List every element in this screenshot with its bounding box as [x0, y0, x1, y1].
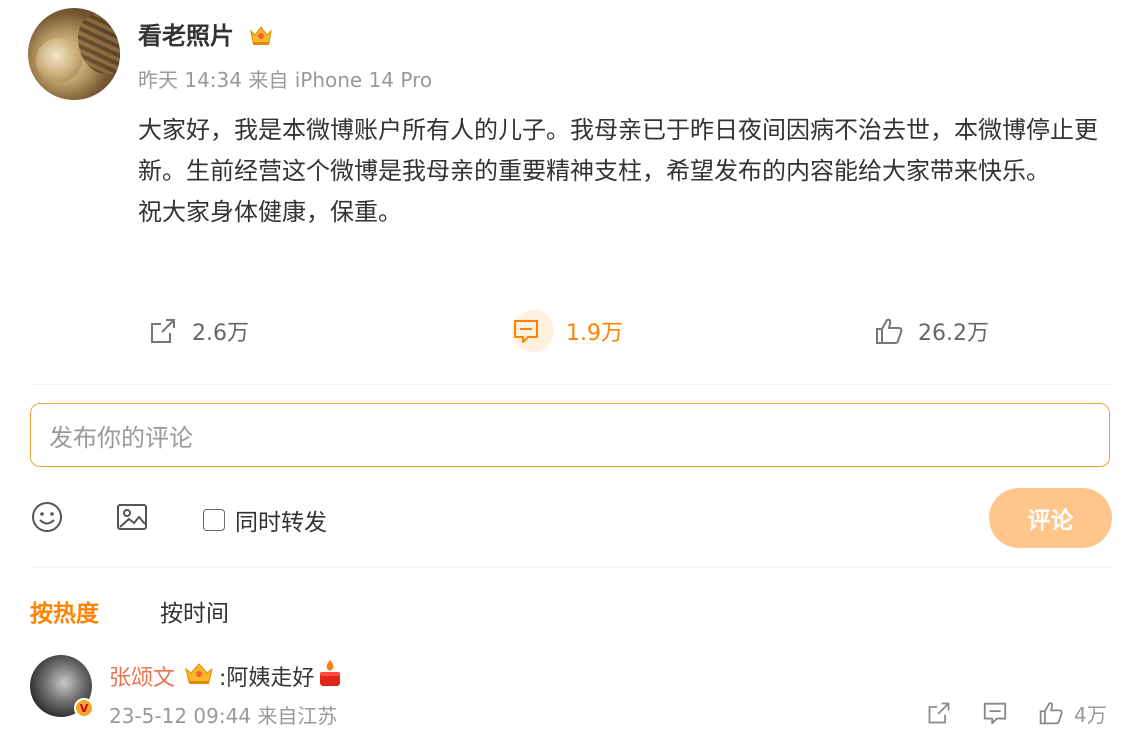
vip-crown-icon[interactable]	[183, 660, 215, 692]
emoji-icon	[32, 502, 62, 532]
checkbox-box[interactable]	[203, 509, 225, 531]
comment-reply-button[interactable]	[980, 698, 1010, 728]
comment-line: 张颂文 :阿姨走好	[109, 658, 344, 694]
commenter-name[interactable]: 张颂文	[109, 660, 175, 692]
vip-crown-icon[interactable]	[248, 23, 274, 47]
repost-button[interactable]: 2.6万	[148, 312, 249, 350]
repost-checkbox[interactable]: 同时转发	[203, 503, 327, 537]
post-paragraph: 祝大家身体健康，保重。	[138, 198, 402, 226]
repost-checkbox-label: 同时转发	[235, 510, 327, 536]
comment-like-count: 4万	[1074, 702, 1107, 727]
emoji-button[interactable]	[30, 500, 64, 534]
comment-like-button[interactable]	[1036, 698, 1066, 728]
comment-input-placeholder: 发布你的评论	[49, 423, 193, 452]
comment-actions: 4万	[924, 698, 1107, 728]
like-icon	[1039, 702, 1063, 725]
comment-text: :阿姨走好	[219, 666, 315, 691]
author-avatar[interactable]	[28, 8, 120, 100]
like-button[interactable]: 26.2万	[874, 312, 989, 350]
comment-meta: 23-5-12 09:44 来自江苏	[109, 704, 338, 728]
post-paragraph: 大家好，我是本微博账户所有人的儿子。我母亲已于昨日夜间因病不治去世，本微博停止更…	[138, 116, 1098, 185]
like-count: 26.2万	[918, 321, 989, 346]
comment-repost-button[interactable]	[924, 698, 954, 728]
post-meta: 昨天 14:34 来自 iPhone 14 Pro	[138, 68, 433, 92]
like-icon	[876, 318, 903, 344]
comment-button[interactable]: 1.9万	[512, 310, 623, 352]
repost-icon	[928, 702, 950, 724]
tab-sort-hot[interactable]: 按热度	[30, 594, 99, 628]
image-icon	[117, 504, 147, 530]
image-upload-button[interactable]	[115, 500, 149, 534]
repost-count: 2.6万	[192, 321, 249, 346]
comment-icon	[983, 702, 1007, 725]
divider	[30, 384, 1112, 385]
divider	[30, 567, 1112, 568]
repost-icon	[151, 319, 175, 343]
comment-input[interactable]: 发布你的评论	[30, 403, 1110, 467]
verified-badge-icon: V	[74, 698, 94, 718]
comment-count: 1.9万	[566, 321, 623, 346]
post-content: 大家好，我是本微博账户所有人的儿子。我母亲已于昨日夜间因病不治去世，本微博停止更…	[138, 110, 1118, 233]
tab-sort-time[interactable]: 按时间	[160, 594, 229, 628]
candle-icon	[316, 658, 344, 694]
comment-icon	[512, 310, 554, 352]
author-name-row: 看老照片	[138, 16, 274, 51]
author-name[interactable]: 看老照片	[138, 22, 234, 50]
submit-comment-button[interactable]: 评论	[989, 488, 1112, 548]
